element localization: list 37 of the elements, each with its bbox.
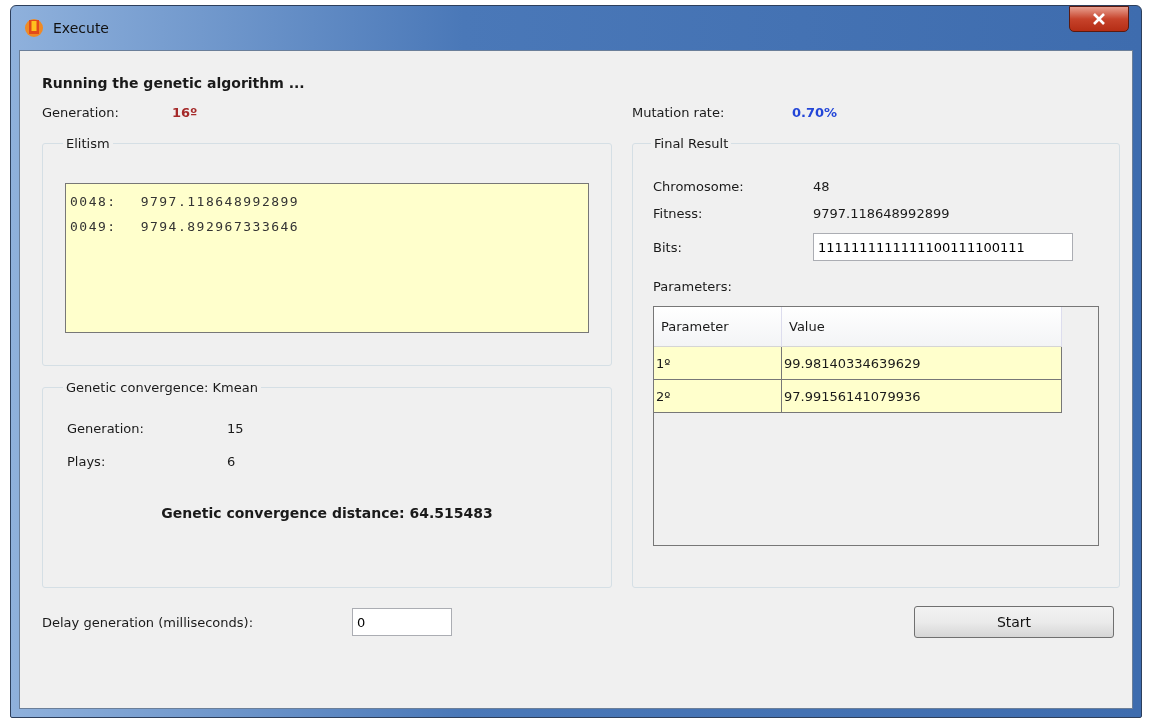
status-heading: Running the genetic algorithm ...: [42, 75, 306, 91]
mutation-rate-value: 0.70%: [792, 105, 838, 120]
field-value: 48: [813, 179, 830, 194]
start-button[interactable]: Start: [914, 606, 1114, 638]
generation-value: 16º: [172, 105, 198, 120]
bits-field[interactable]: 1111111111111100111100111: [813, 233, 1073, 261]
generation-label: Generation:: [42, 105, 120, 120]
field-label: Fitness:: [653, 206, 704, 221]
chromosome-index: 0049:: [70, 219, 117, 234]
table-cell: 2º: [654, 380, 782, 413]
field-label: Generation:: [67, 421, 145, 436]
fitness-value: 9794.892967333646: [140, 219, 300, 234]
table-cell: 97.99156141079936: [782, 380, 1062, 413]
group-title: Final Result: [653, 136, 730, 151]
field-label: Plays:: [67, 454, 107, 469]
field-label: Chromosome:: [653, 179, 745, 194]
chromosome-index: 0048:: [70, 194, 117, 209]
close-icon: [1092, 13, 1106, 25]
column-header[interactable]: Parameter: [654, 307, 782, 347]
convergence-distance: Genetic convergence distance: 64.515483: [160, 505, 494, 521]
table-cell: 1º: [654, 347, 782, 380]
table-cell: 99.98140334639629: [782, 347, 1062, 380]
window-title: Execute: [53, 20, 109, 36]
mutation-rate-label: Mutation rate:: [632, 105, 726, 120]
app-icon: [23, 17, 45, 39]
group-title: Genetic convergence: Kmean: [65, 380, 259, 395]
field-value: 15: [227, 421, 244, 436]
fitness-value: 9797.118648992899: [140, 194, 300, 209]
parameters-label: Parameters:: [653, 279, 733, 294]
field-value: 9797.118648992899: [813, 206, 950, 221]
delay-field[interactable]: 0: [352, 608, 452, 636]
close-button[interactable]: [1069, 6, 1129, 32]
group-title: Elitism: [65, 136, 111, 151]
delay-label: Delay generation (milliseconds):: [42, 614, 254, 630]
column-header[interactable]: Value: [782, 307, 1062, 347]
field-label: Bits:: [653, 239, 683, 255]
field-value: 6: [227, 454, 236, 469]
